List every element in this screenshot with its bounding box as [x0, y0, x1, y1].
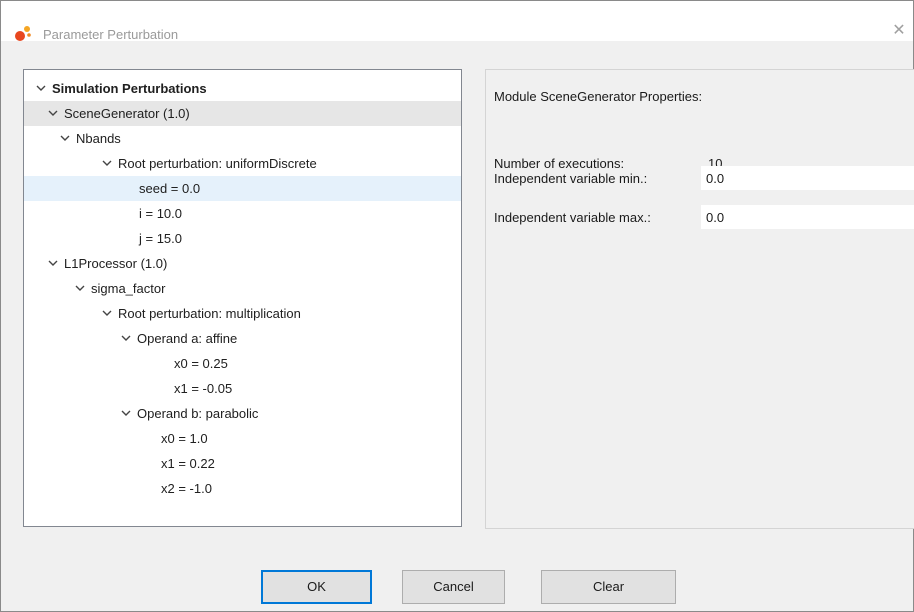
perturbation-tree: Simulation Perturbations SceneGenerator …: [23, 69, 462, 527]
tree-root[interactable]: Simulation Perturbations: [24, 76, 461, 101]
chevron-down-icon[interactable]: [47, 101, 59, 126]
tree-item-root-uniformdiscrete[interactable]: Root perturbation: uniformDiscrete: [24, 151, 461, 176]
tree-item-label: L1Processor (1.0): [64, 256, 168, 271]
orange-dots-icon: [14, 24, 36, 42]
tree-root-label: Simulation Perturbations: [52, 81, 207, 96]
chevron-down-icon[interactable]: [47, 251, 59, 276]
cancel-button[interactable]: Cancel: [402, 570, 505, 604]
chevron-down-icon[interactable]: [120, 326, 132, 351]
clear-button[interactable]: Clear: [541, 570, 676, 604]
tree-item-label: x0 = 1.0: [161, 431, 208, 446]
executions-label: Number of executions:: [494, 156, 625, 171]
chevron-down-icon[interactable]: [101, 151, 113, 176]
properties-header: Module SceneGenerator Properties:: [494, 89, 703, 104]
tree-item-i[interactable]: i = 10.0: [24, 201, 461, 226]
max-input[interactable]: [701, 205, 914, 229]
dialog-window: Parameter Perturbation ✕ Simulation Pert…: [0, 0, 914, 612]
chevron-down-icon[interactable]: [59, 126, 71, 151]
title-bar: Parameter Perturbation ✕: [1, 1, 913, 42]
tree-item-b-x1[interactable]: x1 = 0.22: [24, 451, 461, 476]
tree-item-operand-b[interactable]: Operand b: parabolic: [24, 401, 461, 426]
tree-item-a-x1[interactable]: x1 = -0.05: [24, 376, 461, 401]
tree-item-label: x2 = -1.0: [161, 481, 212, 496]
tree-item-a-x0[interactable]: x0 = 0.25: [24, 351, 461, 376]
tree-item-label: x1 = 0.22: [161, 456, 215, 471]
min-input[interactable]: [701, 166, 914, 190]
tree-item-label: Nbands: [76, 131, 121, 146]
tree-item-label: Root perturbation: uniformDiscrete: [118, 156, 317, 171]
max-label: Independent variable max.:: [494, 210, 651, 225]
tree-item-label: seed = 0.0: [139, 181, 201, 196]
close-icon[interactable]: ✕: [891, 23, 907, 39]
tree-item-l1processor[interactable]: L1Processor (1.0): [24, 251, 461, 276]
tree-item-seed[interactable]: seed = 0.0: [24, 176, 461, 201]
ok-button[interactable]: OK: [261, 570, 372, 604]
chevron-down-icon[interactable]: [101, 301, 113, 326]
tree-item-sigma-factor[interactable]: sigma_factor: [24, 276, 461, 301]
tree-item-label: SceneGenerator (1.0): [64, 106, 190, 121]
tree-item-scenegenerator[interactable]: SceneGenerator (1.0): [24, 101, 461, 126]
tree-item-label: sigma_factor: [91, 281, 166, 296]
tree-item-b-x2[interactable]: x2 = -1.0: [24, 476, 461, 501]
chevron-down-icon[interactable]: [35, 76, 47, 101]
tree-item-label: j = 15.0: [139, 231, 183, 246]
chevron-down-icon[interactable]: [74, 276, 86, 301]
tree-item-operand-a[interactable]: Operand a: affine: [24, 326, 461, 351]
window-title: Parameter Perturbation: [43, 27, 179, 42]
tree-item-j[interactable]: j = 15.0: [24, 226, 461, 251]
tree-item-b-x0[interactable]: x0 = 1.0: [24, 426, 461, 451]
tree-item-label: x1 = -0.05: [174, 381, 233, 396]
tree-item-label: x0 = 0.25: [174, 356, 228, 371]
properties-panel: Module SceneGenerator Properties: Number…: [485, 69, 914, 529]
tree-item-label: i = 10.0: [139, 206, 183, 221]
tree-item-root-multiplication[interactable]: Root perturbation: multiplication: [24, 301, 461, 326]
tree-item-label: Operand b: parabolic: [137, 406, 259, 421]
chevron-down-icon[interactable]: [120, 401, 132, 426]
min-label: Independent variable min.:: [494, 171, 648, 186]
tree-item-label: Root perturbation: multiplication: [118, 306, 301, 321]
tree-item-nbands[interactable]: Nbands: [24, 126, 461, 151]
tree-item-label: Operand a: affine: [137, 331, 238, 346]
